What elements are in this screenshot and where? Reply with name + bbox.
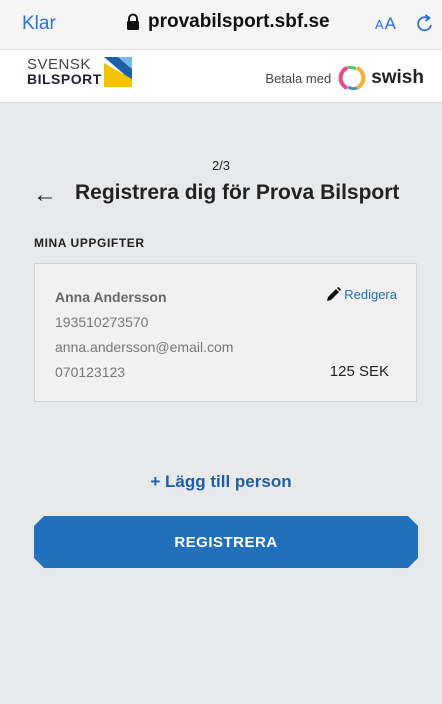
section-label: MINA UPPGIFTER bbox=[34, 236, 145, 250]
done-button[interactable]: Klar bbox=[22, 13, 56, 35]
swish-label: swish bbox=[371, 67, 424, 88]
site-header: SVENSK BILSPORT Betala med swish bbox=[0, 50, 442, 103]
back-arrow-icon[interactable]: ← bbox=[33, 181, 57, 209]
person-email: anna.andersson@email.com bbox=[55, 339, 234, 355]
pay-with-label: Betala med bbox=[265, 70, 332, 86]
edit-label: Redigera bbox=[344, 287, 397, 302]
swish-payment-badge: Betala med swish bbox=[265, 65, 424, 91]
swish-icon bbox=[338, 66, 366, 90]
logo-flag-icon bbox=[103, 57, 132, 87]
person-personal-number: 193510273570 bbox=[55, 314, 149, 330]
edit-person-link[interactable]: Redigera bbox=[326, 287, 397, 302]
page-title: Registrera dig för Prova Bilsport bbox=[75, 181, 400, 204]
browser-toolbar: Klar provabilsport.sbf.se AA bbox=[0, 0, 442, 50]
add-person-link[interactable]: + Lägg till person bbox=[0, 472, 442, 492]
person-price: 125 SEK bbox=[329, 363, 389, 380]
person-name: Anna Andersson bbox=[55, 289, 167, 305]
logo-text: SVENSK BILSPORT bbox=[27, 56, 102, 87]
logo-line2: BILSPORT bbox=[27, 71, 102, 87]
text-size-large-label: A bbox=[384, 14, 398, 33]
lock-icon bbox=[127, 13, 139, 30]
register-button[interactable]: REGISTRERA bbox=[34, 516, 418, 568]
address-bar[interactable]: provabilsport.sbf.se bbox=[126, 11, 330, 33]
url-text: provabilsport.sbf.se bbox=[148, 11, 330, 32]
text-size-button[interactable]: AA bbox=[375, 14, 397, 34]
pencil-icon bbox=[327, 287, 342, 301]
text-size-small-label: A bbox=[375, 17, 385, 32]
svensk-bilsport-logo[interactable]: SVENSK BILSPORT bbox=[27, 57, 132, 87]
person-phone: 070123123 bbox=[55, 364, 126, 380]
step-indicator: 2/3 bbox=[211, 158, 231, 173]
logo-line1: SVENSK bbox=[27, 56, 91, 73]
person-card: Anna Andersson 193510273570 anna.anderss… bbox=[34, 263, 417, 402]
reload-icon[interactable] bbox=[414, 13, 436, 35]
